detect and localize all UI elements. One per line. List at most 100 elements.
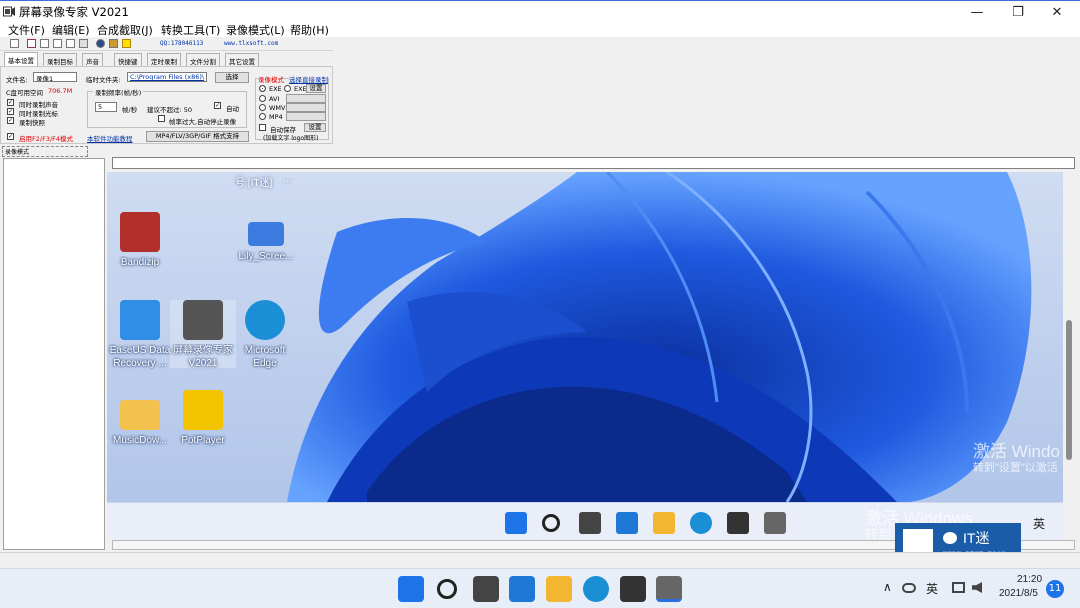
menu-compose[interactable]: 合成截取(J) (97, 22, 153, 38)
partial-icon-label: 号 [IT迷] (235, 178, 273, 189)
exe-radio[interactable] (284, 85, 291, 92)
text-logo-label: (加载文字 logo图形) (263, 135, 319, 142)
filename-input[interactable]: 录像1 (33, 72, 77, 82)
store-icon[interactable] (727, 512, 749, 534)
lxe-radio[interactable] (259, 85, 266, 92)
desktop-icon-label: Bandizip (120, 257, 160, 268)
new-icon[interactable] (10, 39, 19, 48)
desktop-icon-label: MusicDow... (113, 435, 167, 446)
globe-icon[interactable] (96, 39, 105, 48)
window-title: 屏幕录像专家 V2021 (19, 5, 129, 19)
tab-split[interactable]: 文件分割 (186, 53, 220, 66)
clock-date[interactable]: 2021/8/5 (999, 588, 1038, 599)
desktop-icon-bandizip[interactable]: Bandizip (107, 212, 173, 269)
notification-badge[interactable]: 11 (1046, 580, 1064, 598)
tab-other[interactable]: 其它设置 (225, 53, 259, 66)
avi-radio[interactable] (259, 95, 266, 102)
file-explorer-icon[interactable] (653, 512, 675, 534)
play-icon[interactable] (66, 39, 75, 48)
tab-hotkey[interactable]: 快捷键 (114, 53, 142, 66)
network-icon[interactable] (952, 582, 965, 593)
start-icon[interactable] (398, 576, 424, 602)
tab-target[interactable]: 录制目标 (43, 53, 77, 66)
edge-icon[interactable] (690, 512, 712, 534)
edge-icon[interactable] (583, 576, 609, 602)
it-mi-name: IT迷 (963, 530, 990, 546)
auto-save-checkbox[interactable] (259, 124, 266, 131)
record-icon[interactable] (27, 39, 36, 48)
desktop-icon-potplayer[interactable]: PotPlayer (170, 390, 236, 447)
potplayer-icon (183, 390, 223, 430)
record-cursor-checkbox[interactable]: ✓ (7, 108, 14, 115)
pause-icon[interactable] (40, 39, 49, 48)
mp4-setting-button[interactable] (286, 112, 326, 121)
close-button[interactable]: ✕ (1034, 1, 1080, 23)
minimize-button[interactable]: — (954, 1, 1000, 23)
desktop-icon-screen-recorder[interactable]: 屏幕录像专家 V2021 (170, 300, 236, 369)
screen-recorder-taskbar-icon[interactable] (764, 512, 786, 534)
website-link[interactable]: www.tlxsoft.com (224, 40, 278, 47)
help-icon[interactable] (122, 39, 131, 48)
search-icon[interactable] (437, 579, 457, 599)
auto-save-setting-button[interactable]: 设置 (304, 123, 326, 132)
onedrive-icon[interactable] (902, 583, 916, 593)
screen-recorder-taskbar-icon[interactable] (656, 576, 682, 602)
tab-schedule[interactable]: 定时录制 (147, 53, 181, 66)
easeus-icon (120, 300, 160, 340)
record-sound-checkbox[interactable]: ✓ (7, 99, 14, 106)
scrollbar-thumb[interactable] (1066, 320, 1072, 460)
desktop-icon-lily-screen[interactable]: Lily_Scree... (233, 212, 299, 263)
menu-record-mode[interactable]: 录像模式(L) (226, 22, 285, 38)
wmv-setting-button[interactable] (286, 103, 326, 112)
direct-record-link[interactable]: 选择直接录制 (289, 74, 328, 84)
ime-indicator[interactable]: 英 (926, 580, 938, 597)
menu-help[interactable]: 帮助(H) (290, 22, 329, 38)
desktop-icon-easeus[interactable]: EaseUS Data Recovery ... (107, 300, 173, 370)
choose-folder-button[interactable]: 选择 (215, 72, 249, 83)
auto-stop-fps-checkbox[interactable] (158, 115, 165, 122)
desktop-icon-edge[interactable]: Microsoft Edge (232, 300, 298, 370)
clock-time[interactable]: 21:20 (1017, 574, 1042, 585)
taskbar: ∧ 英 21:20 2021/8/5 11 (0, 568, 1080, 608)
menu-edit[interactable]: 编辑(E) (52, 22, 90, 38)
widgets-icon[interactable] (616, 512, 638, 534)
widgets-icon[interactable] (509, 576, 535, 602)
exe-setting-button[interactable]: 设置 (306, 84, 326, 93)
search-icon[interactable] (542, 514, 560, 532)
qq-link[interactable]: QQ:178046113 (160, 40, 203, 47)
wmv-radio[interactable] (259, 104, 266, 111)
preview-area[interactable]: 号 [IT迷] ... Bandizip Lily_Scree... EaseU… (107, 172, 1063, 540)
fps-unit: 帧/秒 (122, 106, 138, 114)
tool-icon[interactable] (79, 39, 88, 48)
temp-folder-input[interactable]: C:\Program Files (x86)\ (127, 72, 207, 82)
record-hotkey-checkbox[interactable]: ✓ (7, 117, 14, 124)
vertical-scrollbar[interactable] (1063, 172, 1075, 540)
help-link[interactable]: 本软件功能教程 (87, 133, 133, 143)
edge-icon (245, 300, 285, 340)
mp4-radio[interactable] (259, 113, 266, 120)
menu-file[interactable]: 文件(F) (8, 22, 45, 38)
inner-ime-indicator[interactable]: 英 (1033, 515, 1045, 532)
tab-sound[interactable]: 声音 (82, 53, 103, 66)
enable-f2-checkbox[interactable]: ✓ (7, 133, 14, 140)
stop-icon[interactable] (53, 39, 62, 48)
volume-icon[interactable] (972, 582, 982, 593)
export-icon[interactable] (109, 39, 118, 48)
timeline-ruler[interactable] (112, 157, 1075, 169)
record-mode-bar[interactable]: 录像模式 (2, 146, 88, 157)
tab-basic[interactable]: 基本设置 (4, 52, 38, 66)
avi-setting-button[interactable] (286, 94, 326, 103)
desktop-icon-musicdown[interactable]: MusicDow... (107, 392, 173, 447)
menu-convert[interactable]: 转换工具(T) (161, 22, 220, 38)
task-view-icon[interactable] (579, 512, 601, 534)
file-explorer-icon[interactable] (546, 576, 572, 602)
start-icon[interactable] (505, 512, 527, 534)
format-support-button[interactable]: MP4/FLV/3GP/GIF 格式支持 (146, 131, 249, 142)
store-icon[interactable] (620, 576, 646, 602)
disk-space-value: 706.7M (48, 87, 73, 95)
tray-chevron-icon[interactable]: ∧ (883, 580, 892, 594)
auto-checkbox[interactable]: ✓ (214, 102, 221, 109)
file-list-panel[interactable] (3, 158, 105, 550)
task-view-icon[interactable] (473, 576, 499, 602)
fps-input[interactable]: 5 (95, 102, 117, 112)
